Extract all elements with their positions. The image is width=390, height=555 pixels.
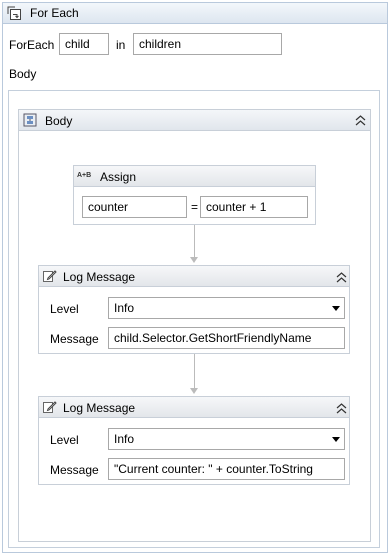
assign-icon: A+B	[77, 172, 92, 179]
assign-to-input[interactable]: counter	[82, 196, 187, 218]
chevron-down-icon[interactable]	[332, 306, 340, 311]
foreach-icon	[7, 6, 22, 21]
assign-value-input[interactable]: counter + 1	[200, 196, 308, 218]
sequence-collapse-icon[interactable]	[355, 115, 366, 126]
assign-equals: =	[191, 200, 199, 214]
flow-arrow-icon	[190, 257, 198, 263]
assign-title: Assign	[100, 170, 137, 184]
flow-connector	[194, 225, 195, 257]
sequence-icon	[22, 112, 38, 128]
log-message-title: Log Message	[63, 401, 136, 415]
log-collapse-icon[interactable]	[336, 403, 347, 414]
level-label: Level	[50, 302, 79, 316]
chevron-down-icon[interactable]	[332, 437, 340, 442]
message-label: Message	[50, 332, 99, 346]
log-edit-icon	[42, 399, 57, 414]
message-input[interactable]: child.Selector.GetShortFriendlyName	[108, 327, 345, 349]
level-select[interactable]: Info	[108, 428, 345, 450]
log-edit-icon	[42, 268, 57, 283]
item-variable-input[interactable]: child	[59, 33, 109, 55]
foreach-label: ForEach	[9, 38, 55, 52]
level-label: Level	[50, 433, 79, 447]
in-label: in	[116, 38, 126, 52]
flow-connector	[194, 354, 195, 388]
log-message-title: Log Message	[63, 270, 136, 284]
message-input[interactable]: "Current counter: " + counter.ToString	[108, 458, 345, 480]
log-collapse-icon[interactable]	[336, 272, 347, 283]
body-label: Body	[9, 67, 37, 81]
level-select[interactable]: Info	[108, 297, 345, 319]
message-label: Message	[50, 463, 99, 477]
sequence-title: Body	[45, 114, 73, 128]
flow-arrow-icon	[190, 388, 198, 394]
collection-input[interactable]: children	[133, 33, 282, 55]
foreach-title: For Each	[30, 6, 79, 20]
